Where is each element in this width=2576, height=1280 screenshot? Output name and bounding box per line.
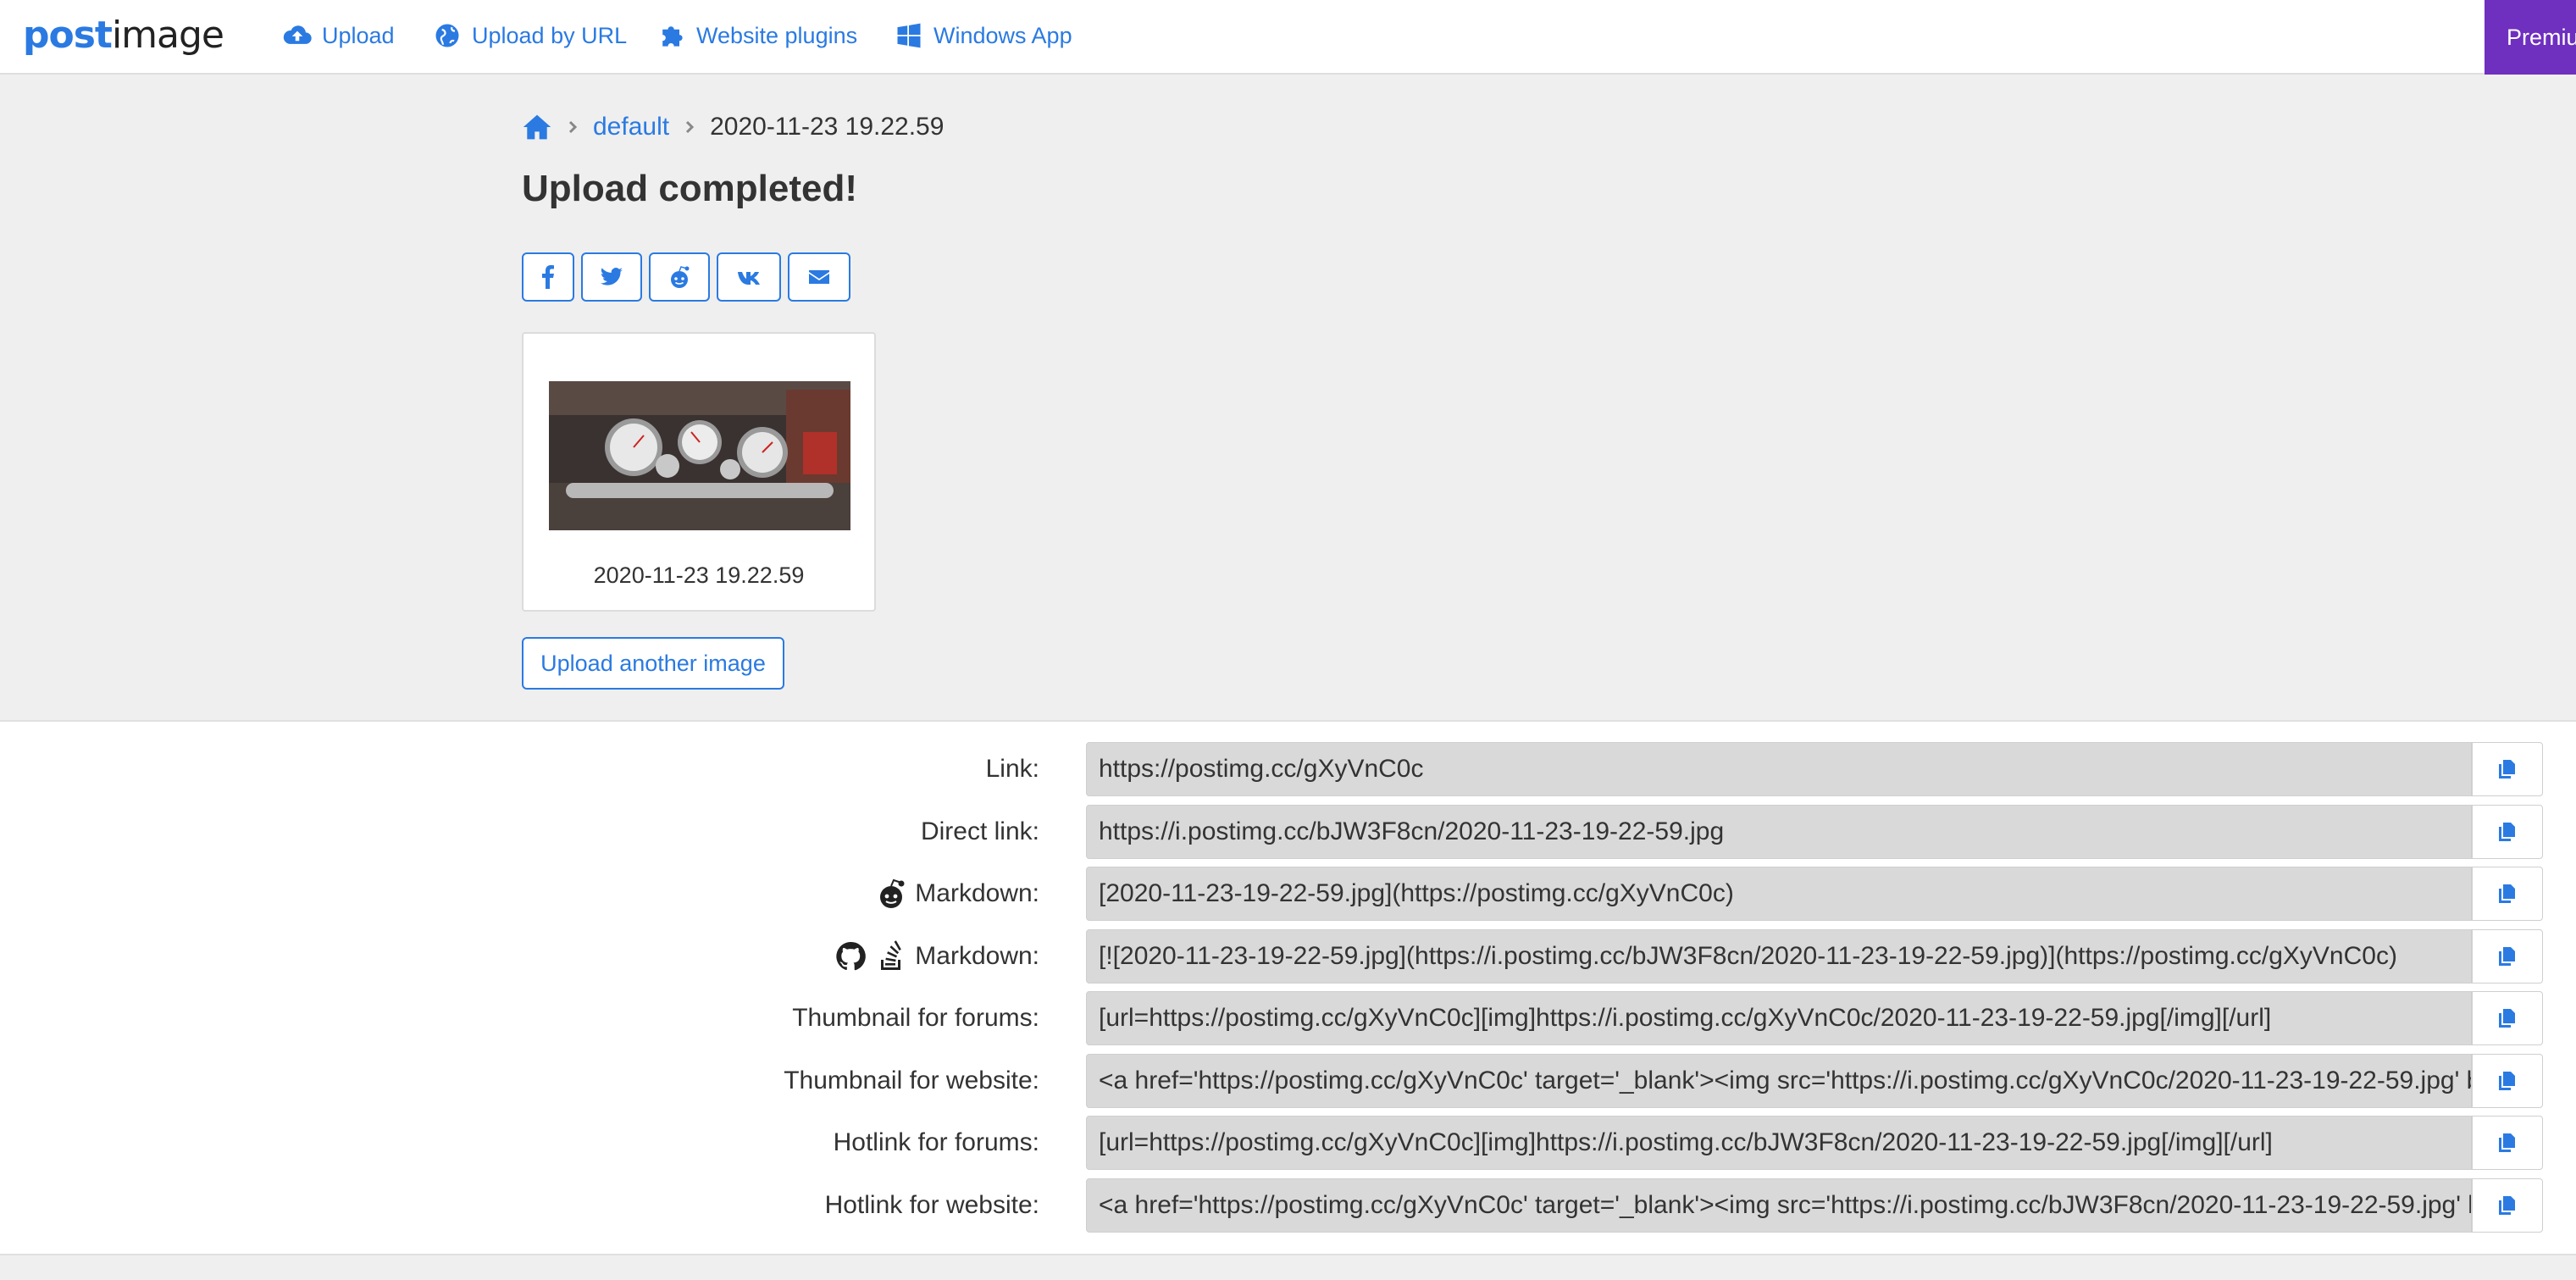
top-navbar: postimage Upload Upload by URL Website p… xyxy=(0,0,2576,75)
share-reddit-button[interactable] xyxy=(649,252,710,302)
copy-button[interactable] xyxy=(2472,1178,2543,1233)
markdown-reddit-label: Markdown: xyxy=(915,879,1039,907)
copy-button[interactable] xyxy=(2472,991,2543,1045)
postimage-logo[interactable]: postimage xyxy=(23,12,224,59)
share-twitter-button[interactable] xyxy=(581,252,642,302)
hotlink-forums-label: Hotlink for forums: xyxy=(833,1128,1039,1156)
nav-upload-by-url[interactable]: Upload by URL xyxy=(431,17,627,54)
vk-icon xyxy=(738,272,760,285)
share-buttons xyxy=(522,252,857,302)
copy-button[interactable] xyxy=(2472,805,2543,859)
copy-button[interactable] xyxy=(2472,867,2543,921)
link-row-thumb-website: Thumbnail for website: <a href='https://… xyxy=(0,1054,2576,1108)
premium-button[interactable]: Premium xyxy=(2485,0,2576,75)
stack-overflow-icon xyxy=(874,939,908,973)
link-row-markdown-github: Markdown: [![2020-11-23-19-22-59.jpg](ht… xyxy=(0,929,2576,984)
share-links-panel: Link: https://postimg.cc/gXyVnC0c Direct… xyxy=(0,720,2576,1255)
copy-button[interactable] xyxy=(2472,1054,2543,1108)
nav-windows-app[interactable]: Windows App xyxy=(893,17,1072,54)
nav-website-plugins[interactable]: Website plugins xyxy=(656,17,857,54)
link-row-hotlink-website: Hotlink for website: <a href='https://po… xyxy=(0,1178,2576,1233)
link-row-thumb-forums: Thumbnail for forums: [url=https://posti… xyxy=(0,991,2576,1045)
chevron-right-icon xyxy=(683,120,696,134)
markdown-reddit-field[interactable]: [2020-11-23-19-22-59.jpg](https://postim… xyxy=(1086,867,2472,921)
thumbnail-website-label: Thumbnail for website: xyxy=(784,1067,1039,1094)
upload-another-button[interactable]: Upload another image xyxy=(522,637,784,690)
breadcrumb-folder-link[interactable]: default xyxy=(593,113,669,141)
copy-button[interactable] xyxy=(2472,1116,2543,1170)
twitter-icon xyxy=(601,268,623,285)
cloud-upload-icon xyxy=(281,19,313,52)
thumbnail-image[interactable] xyxy=(549,381,850,530)
windows-icon xyxy=(893,19,925,52)
link-label: Link: xyxy=(985,755,1039,783)
share-email-button[interactable] xyxy=(788,252,850,302)
copy-icon xyxy=(2499,1072,2515,1090)
copy-icon xyxy=(2499,823,2515,841)
copy-icon xyxy=(2499,1196,2515,1215)
markdown-github-field[interactable]: [![2020-11-23-19-22-59.jpg](https://i.po… xyxy=(1086,929,2472,984)
chevron-right-icon xyxy=(566,120,579,134)
link-row-direct: Direct link: https://i.postimg.cc/bJW3F8… xyxy=(0,805,2576,859)
nav-upload[interactable]: Upload xyxy=(281,17,395,54)
thumbnail-card: 2020-11-23 19.22.59 xyxy=(522,332,876,612)
globe-icon xyxy=(431,19,463,52)
hotlink-website-field[interactable]: <a href='https://postimg.cc/gXyVnC0c' ta… xyxy=(1086,1178,2472,1233)
puzzle-icon xyxy=(656,19,688,52)
share-facebook-button[interactable] xyxy=(522,252,574,302)
copy-icon xyxy=(2499,1009,2515,1028)
thumbnail-caption: 2020-11-23 19.22.59 xyxy=(593,562,805,588)
copy-icon xyxy=(2499,1133,2515,1152)
direct-link-label: Direct link: xyxy=(920,817,1039,845)
hotlink-website-label: Hotlink for website: xyxy=(824,1191,1039,1219)
link-field[interactable]: https://postimg.cc/gXyVnC0c xyxy=(1086,742,2472,796)
copy-button[interactable] xyxy=(2472,929,2543,984)
share-vk-button[interactable] xyxy=(717,252,781,302)
copy-icon xyxy=(2499,947,2515,966)
link-row-markdown-reddit: Markdown: [2020-11-23-19-22-59.jpg](http… xyxy=(0,867,2576,921)
breadcrumb-current: 2020-11-23 19.22.59 xyxy=(710,113,945,141)
reddit-icon xyxy=(874,877,908,911)
link-row-link: Link: https://postimg.cc/gXyVnC0c xyxy=(0,742,2576,796)
copy-icon xyxy=(2499,760,2515,779)
facebook-icon xyxy=(542,265,554,289)
copy-button[interactable] xyxy=(2472,742,2543,796)
envelope-icon xyxy=(809,270,829,284)
copy-icon xyxy=(2499,884,2515,903)
home-icon[interactable] xyxy=(522,113,552,141)
thumbnail-website-field[interactable]: <a href='https://postimg.cc/gXyVnC0c' ta… xyxy=(1086,1054,2472,1108)
thumbnail-forums-label: Thumbnail for forums: xyxy=(792,1004,1039,1032)
thumbnail-forums-field[interactable]: [url=https://postimg.cc/gXyVnC0c][img]ht… xyxy=(1086,991,2472,1045)
markdown-github-label: Markdown: xyxy=(915,942,1039,970)
breadcrumb: default 2020-11-23 19.22.59 xyxy=(522,110,944,144)
direct-link-field[interactable]: https://i.postimg.cc/bJW3F8cn/2020-11-23… xyxy=(1086,805,2472,859)
reddit-icon xyxy=(671,266,690,288)
hotlink-forums-field[interactable]: [url=https://postimg.cc/gXyVnC0c][img]ht… xyxy=(1086,1116,2472,1170)
github-icon xyxy=(834,939,867,973)
page-title: Upload completed! xyxy=(522,168,858,209)
link-row-hotlink-forums: Hotlink for forums: [url=https://postimg… xyxy=(0,1116,2576,1170)
